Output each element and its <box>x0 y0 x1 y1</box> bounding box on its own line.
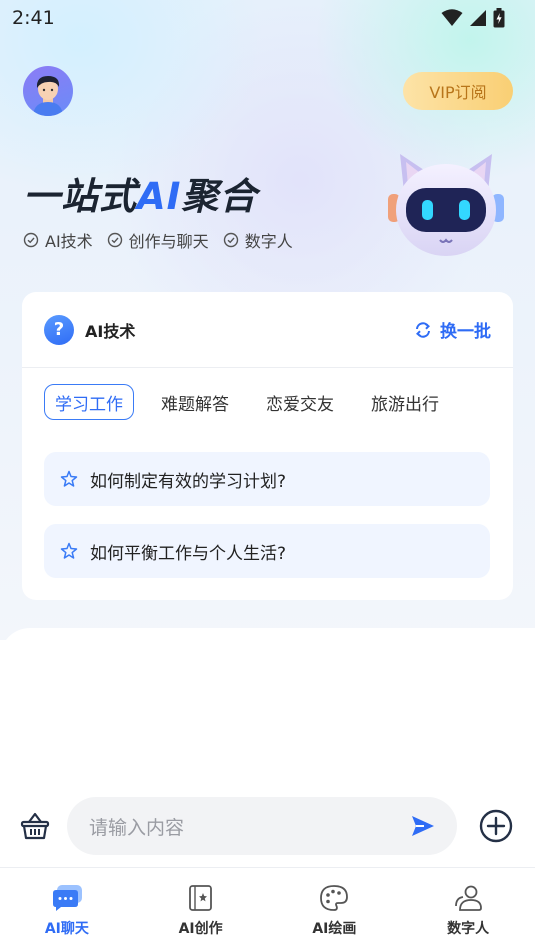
hero-title: 一站式AI聚合 <box>23 166 257 220</box>
tab-study-work[interactable]: 学习工作 <box>44 384 134 420</box>
hero-title-ai: AI <box>137 175 182 218</box>
sparkle-star-icon <box>60 542 78 559</box>
digital-human-icon <box>455 885 483 911</box>
suggestion-card: ? AI技术 换一批 学习工作 难题解答 恋爱交友 旅游出行 如何制定有效的学习… <box>22 292 513 600</box>
basket-icon[interactable] <box>19 810 51 842</box>
tab-dating[interactable]: 恋爱交友 <box>256 384 344 420</box>
feature-tag-label: 数字人 <box>244 232 293 251</box>
create-book-icon <box>188 885 212 911</box>
wifi-icon <box>441 9 463 26</box>
tab-ai-chat[interactable]: AI聊天 <box>0 868 134 951</box>
tab-label: AI绘画 <box>312 921 357 937</box>
check-circle-icon <box>107 232 122 248</box>
send-icon[interactable] <box>411 815 435 837</box>
tab-travel[interactable]: 旅游出行 <box>361 384 449 420</box>
question-text: 如何制定有效的学习计划? <box>90 471 287 492</box>
feature-tag: 创作与聊天 <box>107 228 209 252</box>
feature-tag: AI技术 <box>23 228 93 252</box>
status-time: 2:41 <box>12 7 55 29</box>
suggested-question[interactable]: 如何平衡工作与个人生活? <box>44 524 490 578</box>
refresh-batch-button[interactable]: 换一批 <box>414 317 491 342</box>
suggested-question[interactable]: 如何制定有效的学习计划? <box>44 452 490 506</box>
refresh-icon <box>415 321 431 338</box>
tab-label: 数字人 <box>447 921 490 937</box>
bottom-tab-bar: AI聊天 AI创作 AI绘画 数字人 <box>0 867 535 951</box>
card-title: AI技术 <box>85 321 136 341</box>
tab-problem-solving[interactable]: 难题解答 <box>151 384 239 420</box>
check-circle-icon <box>223 232 238 248</box>
tab-label: AI创作 <box>178 921 223 937</box>
sparkle-star-icon <box>60 470 78 487</box>
vip-subscribe-button[interactable]: VIP订阅 <box>403 72 513 110</box>
status-icons <box>441 8 505 28</box>
chat-input-placeholder: 请输入内容 <box>89 816 185 839</box>
category-tabs: 学习工作 难题解答 恋爱交友 旅游出行 <box>44 384 494 420</box>
refresh-label: 换一批 <box>440 322 491 342</box>
question-mark-icon: ? <box>44 314 74 345</box>
palette-icon <box>320 885 349 911</box>
feature-tag: 数字人 <box>223 228 293 252</box>
user-avatar[interactable] <box>23 66 73 116</box>
add-circle-icon[interactable] <box>479 809 513 843</box>
hero-title-prefix: 一站式 <box>23 175 137 218</box>
feature-tags: AI技术 创作与聊天 数字人 <box>23 228 293 252</box>
card-header: ? AI技术 换一批 <box>22 292 513 368</box>
tab-label: AI聊天 <box>44 921 89 937</box>
question-text: 如何平衡工作与个人生活? <box>90 543 287 564</box>
tab-ai-create[interactable]: AI创作 <box>134 868 268 951</box>
card-title-wrap: ? AI技术 <box>44 314 136 345</box>
avatar-portrait-icon <box>33 76 63 116</box>
robot-mascot-icon <box>388 154 504 256</box>
feature-tag-label: AI技术 <box>45 232 93 251</box>
hero-title-suffix: 聚合 <box>181 175 258 218</box>
feature-tag-label: 创作与聊天 <box>128 232 209 251</box>
chat-input-bar: 请输入内容 <box>0 796 535 858</box>
tab-digital-human[interactable]: 数字人 <box>401 868 535 951</box>
chat-input-field[interactable]: 请输入内容 <box>67 797 457 855</box>
status-bar: 2:41 <box>0 0 535 36</box>
cell-signal-icon <box>470 10 486 26</box>
battery-icon <box>493 8 505 28</box>
check-circle-icon <box>23 232 39 248</box>
tab-ai-paint[interactable]: AI绘画 <box>268 868 402 951</box>
chat-bubble-icon <box>52 885 82 911</box>
